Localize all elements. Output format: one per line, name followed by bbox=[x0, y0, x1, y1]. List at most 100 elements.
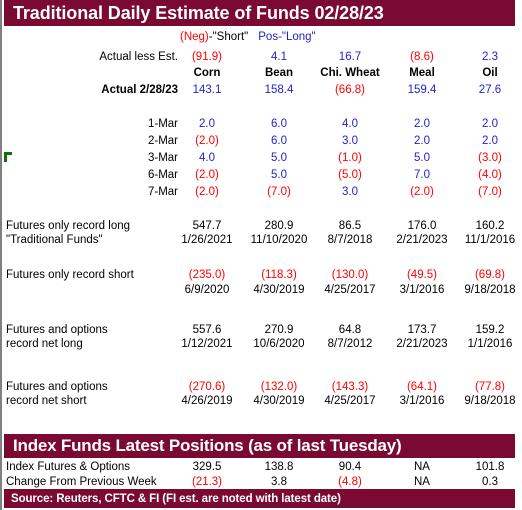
page-title: Traditional Daily Estimate of Funds 02/2… bbox=[13, 2, 384, 23]
futures-record-short-meal: (49.5) bbox=[406, 269, 438, 281]
futures-record-long-label-1: Futures only record long bbox=[6, 220, 131, 232]
futopt-net-short-date-meal: 3/1/2016 bbox=[399, 395, 445, 407]
futures-record-long-meal: 176.0 bbox=[407, 220, 437, 232]
futopt-net-long-meal: 173.7 bbox=[407, 324, 437, 336]
futures-record-long-bean: 280.9 bbox=[264, 220, 294, 232]
legend-line: (Neg)-"Short" Pos-"Long" bbox=[180, 30, 316, 44]
daily-1-corn: (2.0) bbox=[195, 135, 219, 147]
futopt-net-long-date-chi-wheat: 8/7/2012 bbox=[327, 338, 373, 350]
actual-date-bean: 158.4 bbox=[264, 84, 294, 96]
futures-record-short-date-chi-wheat: 4/25/2017 bbox=[324, 284, 376, 296]
futures-record-short-corn: (235.0) bbox=[188, 269, 226, 281]
futures-record-short-date-corn: 6/9/2020 bbox=[184, 284, 230, 296]
futures-record-short-oil: (69.8) bbox=[474, 269, 506, 281]
index-funds-title: Index Funds Latest Positions (as of last… bbox=[13, 436, 402, 455]
futopt-net-short-chi-wheat: (143.3) bbox=[331, 381, 369, 393]
daily-date-4: 7-Mar bbox=[147, 186, 178, 198]
futures-record-long-date-oil: 11/1/2016 bbox=[464, 234, 516, 246]
source-text: Source: Reuters, CFTC & FI (FI est. are … bbox=[11, 492, 341, 505]
futopt-net-long-date-corn: 1/12/2021 bbox=[181, 338, 233, 350]
actual-less-est-corn: (91.9) bbox=[191, 51, 223, 63]
daily-1-bean: 6.0 bbox=[271, 135, 287, 147]
index-futures-options-corn: 329.5 bbox=[192, 461, 222, 473]
daily-0-bean: 6.0 bbox=[271, 118, 287, 130]
change-prev-week-chi-wheat: (4.8) bbox=[338, 476, 362, 488]
futopt-net-short-date-bean: 4/30/2019 bbox=[253, 395, 305, 407]
index-funds-title-bar: Index Funds Latest Positions (as of last… bbox=[4, 434, 515, 458]
daily-date-1: 2-Mar bbox=[147, 135, 178, 147]
daily-2-chi-wheat: (1.0) bbox=[338, 152, 362, 164]
actual-date-meal: 159.4 bbox=[407, 84, 437, 96]
index-futures-options-oil: 101.8 bbox=[475, 461, 505, 473]
futopt-net-long-label-2: record net long bbox=[6, 338, 83, 350]
daily-2-oil: (3.0) bbox=[478, 152, 502, 164]
index-futures-options-chi-wheat: 90.4 bbox=[338, 461, 362, 473]
daily-3-chi-wheat: (5.0) bbox=[338, 169, 362, 181]
futopt-net-short-date-corn: 4/26/2019 bbox=[181, 395, 233, 407]
futopt-net-long-oil: 159.2 bbox=[475, 324, 505, 336]
futopt-net-long-date-meal: 2/21/2023 bbox=[396, 338, 448, 350]
futopt-net-long-label-1: Futures and options bbox=[6, 324, 108, 336]
change-prev-week-bean: 3.8 bbox=[271, 476, 287, 488]
traditional-funds-table: Traditional Daily Estimate of Funds 02/2… bbox=[0, 0, 522, 510]
change-prev-week-oil: 0.3 bbox=[482, 476, 498, 488]
actual-less-est-label: Actual less Est. bbox=[99, 51, 178, 63]
daily-2-meal: 5.0 bbox=[414, 152, 430, 164]
column-header-chi-wheat: Chi. Wheat bbox=[320, 67, 380, 79]
daily-4-corn: (2.0) bbox=[195, 186, 219, 198]
futopt-net-short-date-chi-wheat: 4/25/2017 bbox=[324, 395, 376, 407]
futures-record-short-label-1: Futures only record short bbox=[6, 269, 134, 281]
futures-record-long-date-bean: 11/10/2020 bbox=[250, 234, 308, 246]
actual-less-est-oil: 2.3 bbox=[482, 51, 498, 63]
actual-date-label: Actual 2/28/23 bbox=[101, 84, 178, 96]
futopt-net-long-corn: 557.6 bbox=[192, 324, 222, 336]
futures-record-short-date-oil: 9/18/2018 bbox=[464, 284, 516, 296]
actual-less-est-bean: 4.1 bbox=[271, 51, 287, 63]
row-marker-icon bbox=[4, 152, 13, 163]
column-header-meal: Meal bbox=[409, 67, 435, 79]
futures-record-short-bean: (118.3) bbox=[261, 269, 297, 281]
daily-3-meal: 7.0 bbox=[414, 169, 430, 181]
daily-2-bean: 5.0 bbox=[271, 152, 287, 164]
daily-3-corn: (2.0) bbox=[195, 169, 219, 181]
change-prev-week-corn: (21.3) bbox=[191, 476, 223, 488]
daily-4-meal: (2.0) bbox=[410, 186, 434, 198]
daily-date-3: 6-Mar bbox=[147, 169, 178, 181]
futopt-net-long-date-oil: 1/1/2016 bbox=[467, 338, 513, 350]
futures-record-long-date-corn: 1/26/2021 bbox=[181, 234, 233, 246]
futopt-net-short-label-1: Futures and options bbox=[6, 381, 108, 393]
daily-4-oil: (7.0) bbox=[478, 186, 502, 198]
index-futures-options-label: Index Futures & Options bbox=[6, 461, 131, 473]
column-header-oil: Oil bbox=[482, 67, 498, 79]
column-header-bean: Bean bbox=[264, 67, 294, 79]
futopt-net-short-date-oil: 9/18/2018 bbox=[464, 395, 516, 407]
futures-record-long-chi-wheat: 86.5 bbox=[338, 220, 362, 232]
futopt-net-short-label-2: record net short bbox=[6, 395, 87, 407]
futopt-net-short-corn: (270.6) bbox=[188, 381, 226, 393]
daily-4-chi-wheat: 3.0 bbox=[342, 186, 358, 198]
futures-record-long-date-chi-wheat: 8/7/2018 bbox=[327, 234, 373, 246]
futures-record-short-date-bean: 4/30/2019 bbox=[253, 284, 305, 296]
futopt-net-long-chi-wheat: 64.8 bbox=[338, 324, 362, 336]
daily-1-oil: 2.0 bbox=[482, 135, 498, 147]
actual-date-chi-wheat: (66.8) bbox=[334, 84, 366, 96]
daily-4-bean: (7.0) bbox=[267, 186, 291, 198]
futopt-net-long-bean: 270.9 bbox=[264, 324, 294, 336]
source-bar: Source: Reuters, CFTC & FI (FI est. are … bbox=[4, 489, 515, 508]
actual-date-oil: 27.6 bbox=[478, 84, 502, 96]
daily-1-chi-wheat: 3.0 bbox=[342, 135, 358, 147]
futopt-net-short-bean: (132.0) bbox=[260, 381, 298, 393]
daily-1-meal: 2.0 bbox=[414, 135, 430, 147]
futures-record-short-date-meal: 3/1/2016 bbox=[399, 284, 445, 296]
daily-0-oil: 2.0 bbox=[482, 118, 498, 130]
column-header-corn: Corn bbox=[193, 67, 221, 79]
futures-record-short-chi-wheat: (130.0) bbox=[331, 269, 369, 281]
daily-0-meal: 2.0 bbox=[414, 118, 430, 130]
index-futures-options-bean: 138.8 bbox=[264, 461, 294, 473]
futopt-net-short-oil: (77.8) bbox=[474, 381, 506, 393]
actual-less-est-meal: (8.6) bbox=[410, 51, 434, 63]
daily-0-corn: 2.0 bbox=[199, 118, 215, 130]
futures-record-long-corn: 547.7 bbox=[192, 220, 222, 232]
index-futures-options-meal: NA bbox=[414, 461, 430, 473]
futures-record-long-date-meal: 2/21/2023 bbox=[396, 234, 448, 246]
